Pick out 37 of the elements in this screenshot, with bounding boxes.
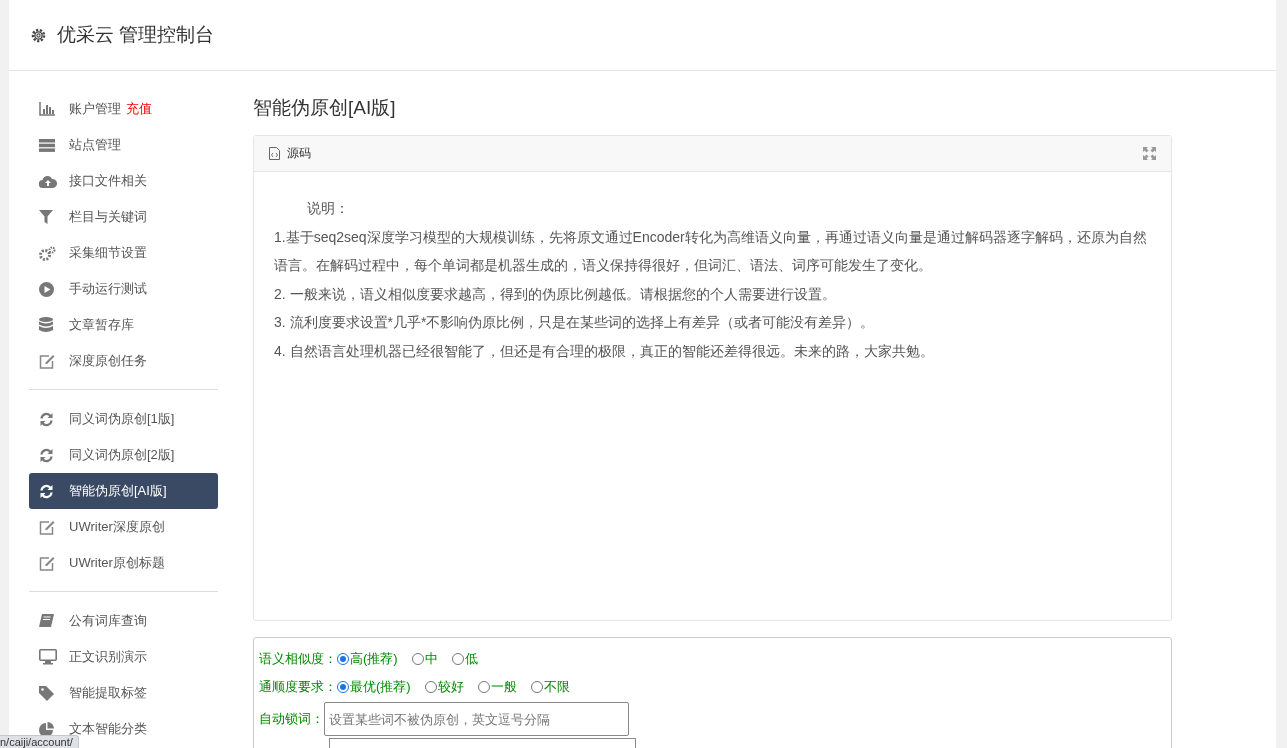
radio-option[interactable]: 中	[411, 650, 438, 668]
description-text: 2. 一般来说，语义相似度要求越高，得到的伪原比例越低。请根据您的个人需要进行设置。	[274, 284, 837, 304]
panel-heading: 源码	[287, 145, 311, 162]
sidebar-item[interactable]: 栏目与关键词	[29, 206, 218, 228]
sidebar-item[interactable]: 账户管理 充值	[29, 98, 218, 120]
sidebar-item[interactable]: UWriter原创标题	[29, 552, 218, 574]
sidebar-item[interactable]: 手动运行测试	[29, 278, 218, 300]
url-tooltip: n/caiji/account/	[0, 735, 79, 748]
sidebar-item[interactable]: 接口文件相关	[29, 170, 218, 192]
field-label: 语义相似度：	[259, 650, 337, 668]
sidebar-item[interactable]: 公有词库查询	[29, 610, 218, 632]
description-text: 1.基于seq2seq深度学习模型的大规模训练，先将原文通过Encoder转化为高维语义向量，再通过语义向量是通过解码器逐字解码，还原为自然语言。在解码过程中，每个单词都是机器生成的，语义保持得很好，但词汇、语法、词序可能发生了变化。	[274, 227, 1148, 275]
sidebar-item[interactable]: 深度原创任务	[29, 350, 218, 372]
sidebar-item[interactable]: UWriter深度原创	[29, 516, 218, 538]
sidebar-item[interactable]: 正文识别演示	[29, 646, 218, 668]
radio-option[interactable]: 较好	[424, 678, 464, 696]
sidebar-item[interactable]: 站点管理	[29, 134, 218, 156]
sidebar-item[interactable]: 采集细节设置	[29, 242, 218, 264]
field-label: 自动锁词：	[259, 710, 324, 728]
field-label: 通顺度要求：	[259, 678, 337, 696]
radio-option[interactable]: 不限	[530, 678, 570, 696]
page-title: 智能伪原创[AI版]	[253, 96, 397, 120]
lock-words-field[interactable]: 设置某些词不被伪原创，英文逗号分隔	[324, 702, 629, 736]
radio-option[interactable]: 最优(推荐)	[337, 678, 411, 696]
recharge-link[interactable]: 充值	[126, 100, 152, 118]
description-text: 3. 流利度要求设置*几乎*不影响伪原比例，只是在某些词的选择上有差异（或者可能没有差异）。	[274, 313, 876, 332]
description-text: 说明：	[306, 199, 350, 218]
radio-option[interactable]: 一般	[477, 678, 517, 696]
sidebar-item[interactable]: 智能提取标签	[29, 682, 218, 704]
radio-option[interactable]: 低	[451, 650, 478, 668]
sidebar-item[interactable]: 同义词伪原创[2版]	[29, 444, 218, 466]
sidebar-item[interactable]: 同义词伪原创[1版]	[29, 408, 218, 430]
radio-option[interactable]: 高(推荐)	[337, 650, 398, 668]
sidebar-item[interactable]: 文章暂存库	[29, 314, 218, 336]
sidebar-item[interactable]: 智能伪原创[AI版]	[29, 473, 218, 509]
app-title: 优采云 管理控制台	[57, 23, 215, 47]
description-text: 4. 自然语言处理机器已经很智能了，但还是有合理的极限，真正的智能还差得很远。未来的路，大家共勉。	[274, 341, 935, 361]
